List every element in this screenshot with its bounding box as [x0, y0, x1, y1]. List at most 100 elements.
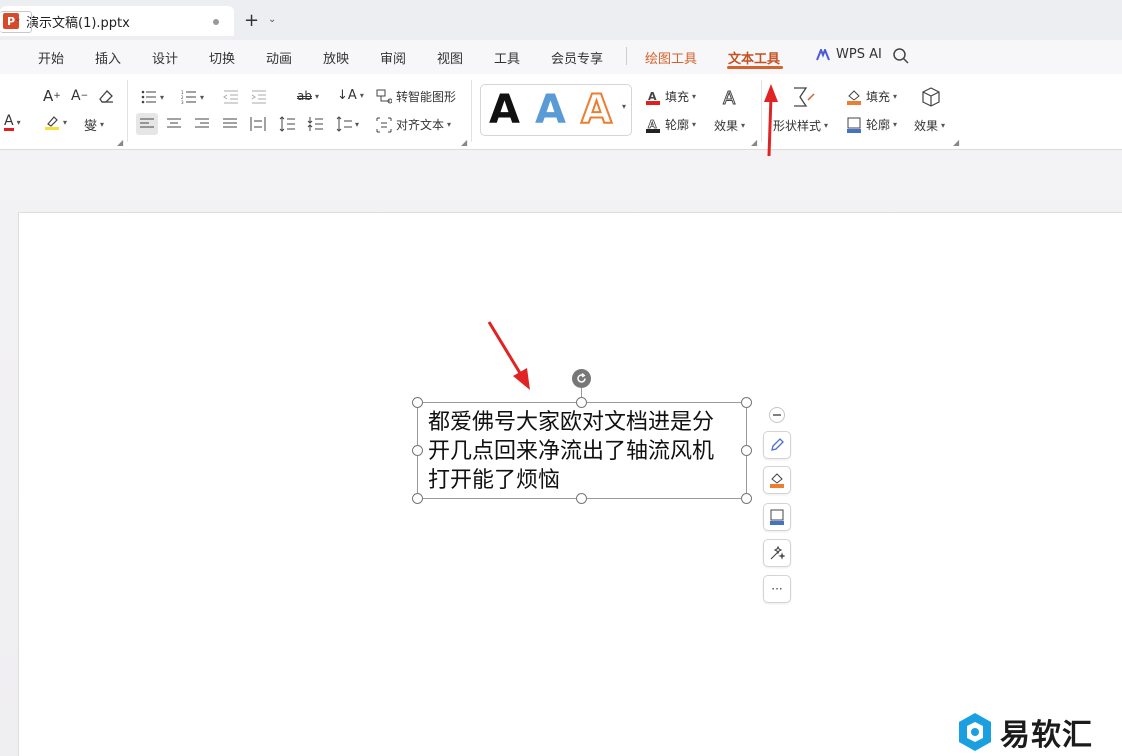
resize-handle-left[interactable] — [412, 445, 423, 456]
justify-icon[interactable] — [223, 118, 237, 130]
svg-text:A: A — [723, 88, 736, 108]
magic-wand-icon — [770, 545, 785, 560]
eraser-icon[interactable] — [97, 88, 115, 104]
tab-home[interactable]: 开始 — [38, 48, 64, 67]
align-left-button[interactable] — [136, 113, 158, 135]
text-line: 打开能了烦恼 — [428, 468, 561, 493]
align-text-button[interactable]: 对齐文本 ▾ — [376, 116, 451, 133]
shape-effect-button[interactable]: 效果 ▾ — [914, 117, 945, 134]
svg-text:3: 3 — [181, 100, 184, 104]
tab-slideshow[interactable]: 放映 — [323, 48, 349, 67]
quick-fill-button[interactable] — [763, 466, 791, 494]
text-effect-button[interactable]: 效果 ▾ — [714, 117, 745, 134]
line-spacing-icon[interactable] — [279, 116, 295, 132]
wordart-more-icon[interactable]: ▾ — [622, 102, 626, 111]
shape-fill-button[interactable]: 填充 ▾ — [846, 88, 897, 105]
tab-tools[interactable]: 工具 — [494, 48, 520, 67]
shape-outline-button[interactable]: 轮廓 ▾ — [846, 116, 897, 133]
shape-style-label: 形状样式 — [773, 119, 822, 133]
numbering-button[interactable]: 1 2 3 ▾ — [181, 90, 204, 104]
wps-ai-label: WPS AI — [836, 47, 882, 62]
wps-ai-button[interactable]: WPS AI — [816, 47, 882, 62]
paragraph-dialog-launcher-icon[interactable]: ◢ — [461, 138, 467, 147]
title-bar: P 演示文稿(1).pptx + ⌄ — [0, 0, 1122, 40]
quick-outline-button[interactable] — [763, 503, 791, 531]
resize-handle-top-left[interactable] — [412, 397, 423, 408]
decrease-font-button[interactable]: A − — [71, 88, 88, 104]
text-direction-button[interactable]: ↓ A ▾ — [337, 88, 364, 103]
wordart-style-black[interactable]: A — [489, 87, 520, 133]
rotate-handle-icon[interactable] — [572, 369, 591, 388]
chevron-down-icon[interactable]: ⌄ — [14, 14, 22, 24]
chevron-down-icon[interactable]: ⌄ — [268, 14, 276, 25]
resize-handle-bottom-right[interactable] — [741, 493, 752, 504]
search-icon[interactable] — [892, 47, 910, 65]
tab-transition[interactable]: 切换 — [209, 48, 235, 67]
wps-ai-logo-icon — [816, 48, 830, 60]
format-painter-button[interactable] — [763, 431, 791, 459]
tab-drawing-tools[interactable]: 绘图工具 — [645, 48, 697, 67]
strikethrough-button[interactable]: ab ▾ — [297, 89, 319, 103]
font-dialog-launcher-icon[interactable]: ◢ — [117, 138, 123, 147]
ribbon-divider — [471, 80, 472, 142]
more-options-button[interactable]: ··· — [763, 575, 791, 603]
pinyin-button[interactable]: 燮 ▾ — [84, 115, 104, 134]
text-effect-icon[interactable]: A — [720, 86, 742, 109]
highlight-button[interactable]: ▾ — [44, 114, 67, 130]
tab-review[interactable]: 审阅 — [380, 48, 406, 67]
resize-handle-bottom-left[interactable] — [412, 493, 423, 504]
strikethrough-label: ab — [297, 89, 312, 103]
decrease-indent-icon[interactable] — [223, 90, 239, 104]
unsaved-dot-icon[interactable] — [213, 19, 219, 25]
increase-indent-icon[interactable] — [251, 90, 267, 104]
text-outline-button[interactable]: A 轮廓 ▾ — [645, 116, 696, 133]
watermark-text: 易软汇 — [1000, 718, 1093, 753]
resize-handle-top-right[interactable] — [741, 397, 752, 408]
cube-icon[interactable] — [920, 86, 942, 108]
shape-style-button[interactable]: 形状样式 ▾ — [773, 117, 828, 134]
active-tab-indicator — [727, 66, 783, 69]
text-box-content[interactable]: 都爱佛号大家欧对文档进是分 开几点回来净流出了轴流风机 打开能了烦恼 — [428, 408, 743, 495]
align-center-icon[interactable] — [167, 118, 181, 130]
text-outline-label: 轮廓 — [665, 118, 690, 132]
font-color-button[interactable]: A ▾ — [4, 114, 21, 131]
spacing-dropdown-button[interactable]: ▾ — [336, 116, 359, 132]
resize-handle-top[interactable] — [576, 397, 587, 408]
document-tab[interactable]: P 演示文稿(1).pptx — [0, 6, 234, 36]
tab-insert[interactable]: 插入 — [95, 48, 121, 67]
tab-text-tools[interactable]: 文本工具 — [728, 48, 780, 67]
more-icon: ··· — [771, 582, 783, 596]
text-style-dialog-launcher-icon[interactable]: ◢ — [751, 138, 757, 147]
text-fill-label: 填充 — [665, 90, 690, 104]
wordart-gallery[interactable]: A A A — [480, 84, 632, 136]
collapse-toolbar-button[interactable] — [769, 407, 785, 423]
distribute-icon[interactable] — [250, 116, 266, 132]
increase-font-button[interactable]: A + — [43, 87, 61, 105]
smart-tools-button[interactable] — [763, 539, 791, 567]
text-fill-button[interactable]: A 填充 ▾ — [645, 88, 696, 105]
paint-bucket-icon — [847, 89, 861, 105]
bullets-button[interactable]: ▾ — [141, 90, 164, 104]
convert-smartart-button[interactable]: 转智能图形 — [376, 88, 456, 105]
highlighter-icon — [45, 116, 59, 130]
rotate-arrow-icon — [577, 373, 586, 383]
text-line: 都爱佛号大家欧对文档进是分 — [428, 410, 715, 435]
ribbon-divider — [127, 80, 128, 142]
wordart-style-blue[interactable]: A — [535, 87, 566, 133]
align-right-icon[interactable] — [195, 118, 209, 130]
paragraph-spacing-icon[interactable] — [307, 116, 323, 132]
tab-design[interactable]: 设计 — [152, 48, 178, 67]
tab-member[interactable]: 会员专享 — [551, 48, 603, 67]
shape-style-icon[interactable] — [792, 86, 816, 108]
resize-handle-bottom[interactable] — [576, 493, 587, 504]
tab-animation[interactable]: 动画 — [266, 48, 292, 67]
resize-handle-right[interactable] — [741, 445, 752, 456]
pen-icon — [771, 438, 784, 451]
text-direction-label: A — [347, 88, 357, 103]
tab-view[interactable]: 视图 — [437, 48, 463, 67]
text-effect-label: 效果 — [714, 119, 739, 133]
watermark-logo-icon — [959, 713, 991, 751]
shape-style-dialog-launcher-icon[interactable]: ◢ — [953, 138, 959, 147]
wordart-style-orange-outline[interactable]: A — [580, 86, 613, 134]
new-tab-button[interactable]: + — [244, 10, 259, 31]
